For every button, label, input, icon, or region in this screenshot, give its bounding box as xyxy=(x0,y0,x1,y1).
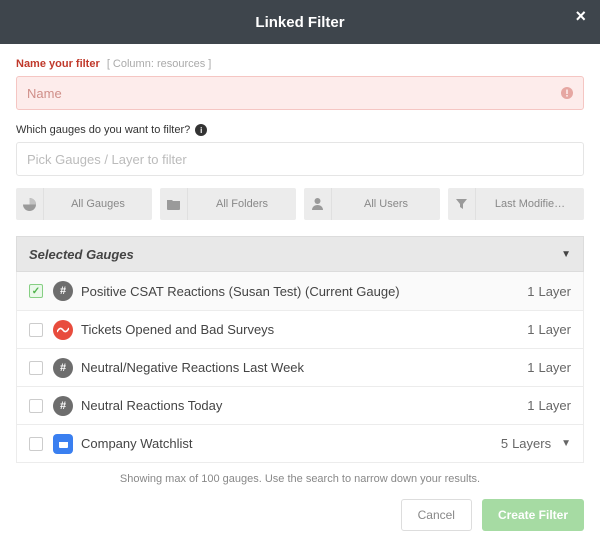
gauge-name: Neutral Reactions Today xyxy=(81,398,527,413)
gauge-question-row: Which gauges do you want to filter? i xyxy=(16,124,584,136)
filter-label: All Users xyxy=(332,198,440,210)
gauge-count: 1 xyxy=(527,360,534,375)
gauge-name: Tickets Opened and Bad Surveys xyxy=(81,322,527,337)
gauge-checkbox[interactable] xyxy=(29,284,43,298)
gauge-checkbox[interactable] xyxy=(29,437,43,451)
gauge-unit: Layer xyxy=(538,398,571,413)
gauge-name: Company Watchlist xyxy=(81,436,501,451)
pie-icon xyxy=(16,188,44,220)
hash-icon: # xyxy=(53,396,73,416)
gauge-question: Which gauges do you want to filter? xyxy=(16,124,190,136)
calendar-icon xyxy=(53,434,73,454)
pick-gauges-input[interactable] xyxy=(16,142,584,176)
selected-gauges-title: Selected Gauges xyxy=(29,247,134,262)
info-icon[interactable]: i xyxy=(195,124,207,136)
chevron-down-icon: ▼ xyxy=(561,249,571,260)
gauge-row[interactable]: # Positive CSAT Reactions (Susan Test) (… xyxy=(17,272,583,310)
gauge-list: # Positive CSAT Reactions (Susan Test) (… xyxy=(16,272,584,463)
gauge-count: 1 xyxy=(527,284,534,299)
linked-filter-modal: Linked Filter × Name your filter [ Colum… xyxy=(0,0,600,545)
hash-icon: # xyxy=(53,281,73,301)
results-note: Showing max of 100 gauges. Use the searc… xyxy=(16,473,584,485)
gauge-unit: Layer xyxy=(538,322,571,337)
gauge-checkbox[interactable] xyxy=(29,323,43,337)
gauge-row[interactable]: Tickets Opened and Bad Surveys 1 Layer xyxy=(17,310,583,348)
hash-icon: # xyxy=(53,358,73,378)
name-label: Name your filter xyxy=(16,58,100,70)
filter-all-gauges[interactable]: All Gauges xyxy=(16,188,152,220)
name-label-row: Name your filter [ Column: resources ] xyxy=(16,58,584,70)
gauge-count: 5 xyxy=(501,436,508,451)
close-icon[interactable]: × xyxy=(575,6,586,27)
gauge-checkbox[interactable] xyxy=(29,399,43,413)
gauge-name: Neutral/Negative Reactions Last Week xyxy=(81,360,527,375)
filter-all-users[interactable]: All Users xyxy=(304,188,440,220)
filter-label: Last Modifie… xyxy=(476,198,584,210)
user-icon xyxy=(304,188,332,220)
filter-all-folders[interactable]: All Folders xyxy=(160,188,296,220)
create-filter-button[interactable]: Create Filter xyxy=(482,499,584,531)
gauge-unit: Layer xyxy=(538,360,571,375)
funnel-icon xyxy=(448,188,476,220)
modal-footer: Cancel Create Filter xyxy=(0,499,600,545)
gauge-row[interactable]: # Neutral Reactions Today 1 Layer xyxy=(17,386,583,424)
selected-gauges-header[interactable]: Selected Gauges ▼ xyxy=(16,236,584,272)
filter-label: All Folders xyxy=(188,198,296,210)
modal-body: Name your filter [ Column: resources ] W… xyxy=(0,44,600,485)
chart-icon xyxy=(53,320,73,340)
gauge-count: 1 xyxy=(527,322,534,337)
filter-name-input[interactable] xyxy=(27,86,561,101)
filter-label: All Gauges xyxy=(44,198,152,210)
name-sublabel: [ Column: resources ] xyxy=(107,58,212,70)
name-input-container xyxy=(16,76,584,110)
gauge-checkbox[interactable] xyxy=(29,361,43,375)
gauge-row[interactable]: # Neutral/Negative Reactions Last Week 1… xyxy=(17,348,583,386)
gauge-name: Positive CSAT Reactions (Susan Test) (Cu… xyxy=(81,284,527,299)
modal-title: Linked Filter xyxy=(255,14,344,31)
cancel-button[interactable]: Cancel xyxy=(401,499,472,531)
chevron-down-icon[interactable]: ▼ xyxy=(561,438,571,449)
folder-icon xyxy=(160,188,188,220)
modal-header: Linked Filter × xyxy=(0,0,600,44)
filter-last-modified[interactable]: Last Modifie… xyxy=(448,188,584,220)
gauge-unit: Layers xyxy=(512,436,551,451)
gauge-unit: Layer xyxy=(538,284,571,299)
gauge-count: 1 xyxy=(527,398,534,413)
filter-button-row: All Gauges All Folders All Users Last Mo… xyxy=(16,188,584,220)
warning-icon xyxy=(561,87,573,99)
gauge-row[interactable]: Company Watchlist 5 Layers ▼ xyxy=(17,424,583,462)
